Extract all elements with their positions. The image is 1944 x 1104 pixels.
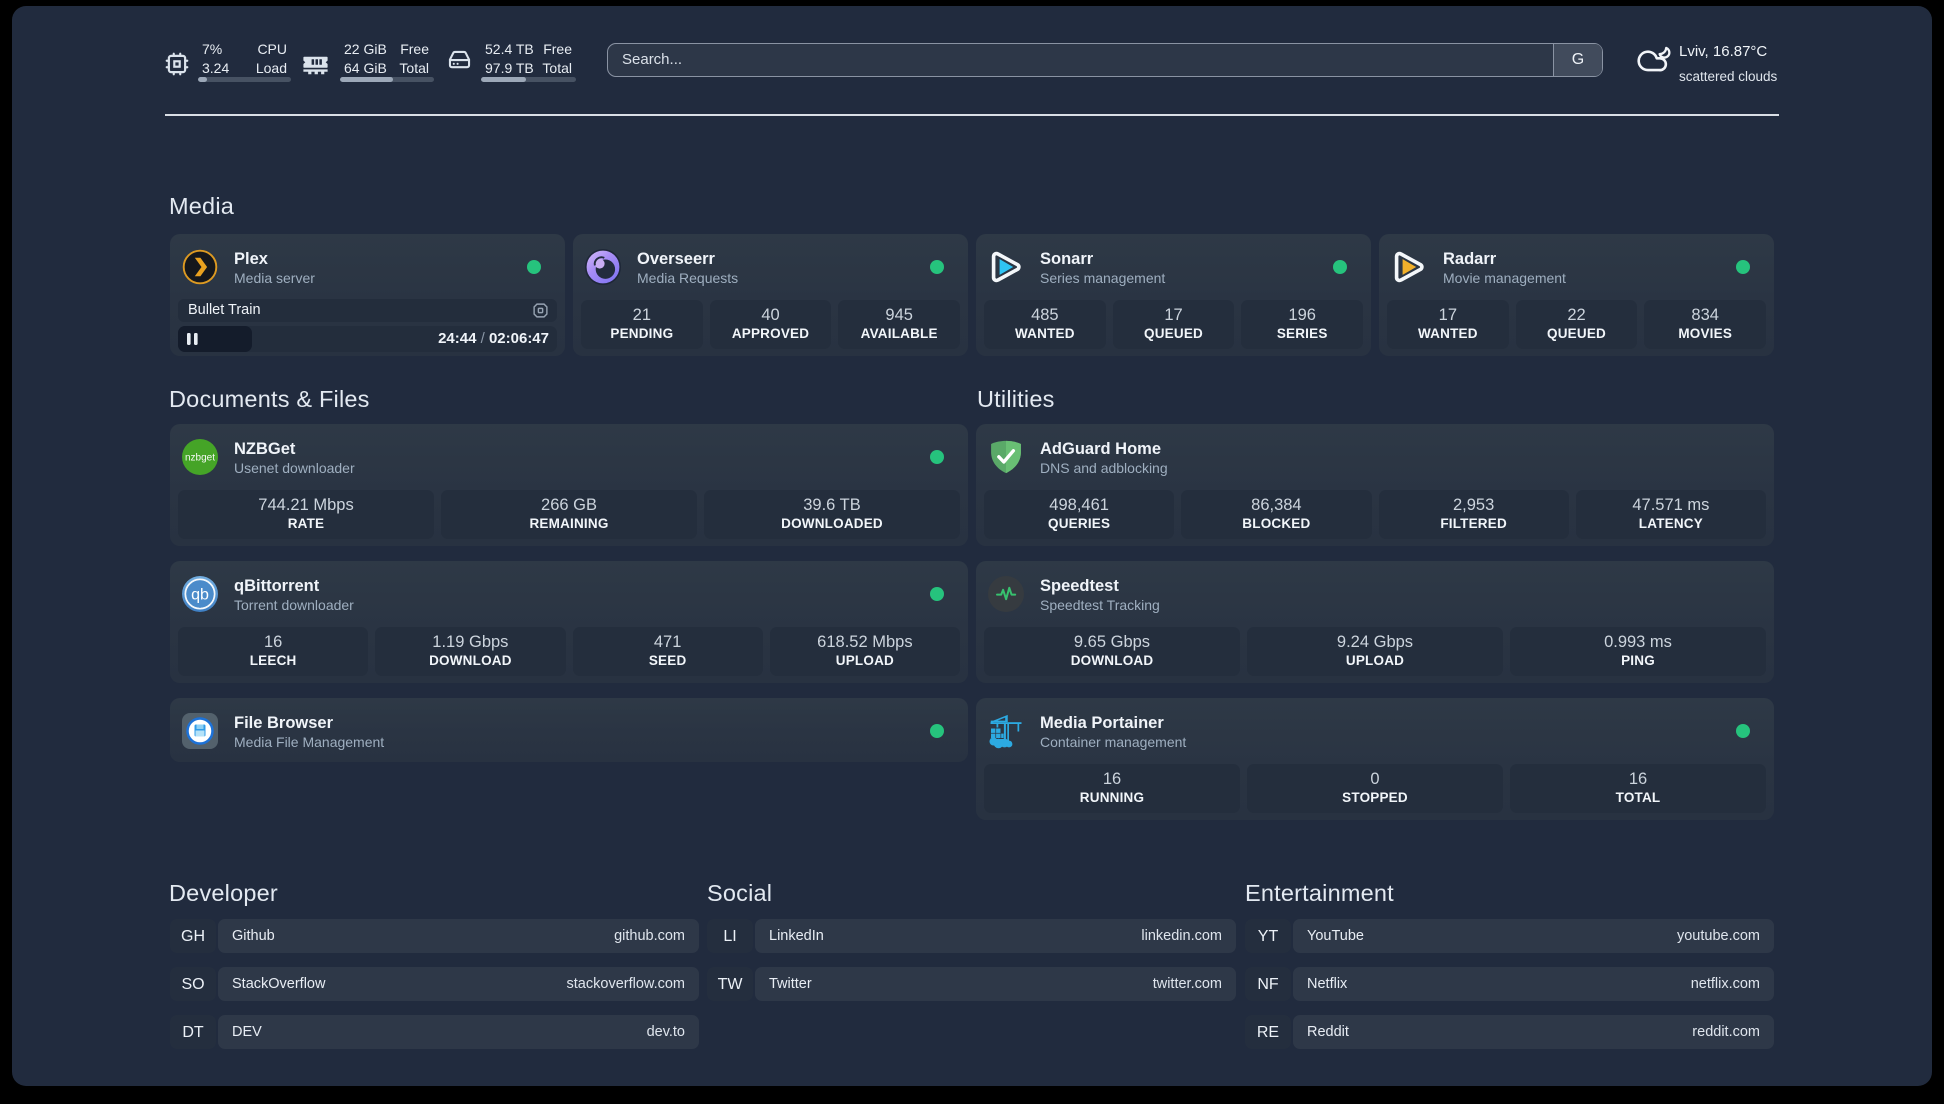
svg-text:qb: qb <box>191 587 209 604</box>
svg-text:nzbget: nzbget <box>185 452 215 463</box>
